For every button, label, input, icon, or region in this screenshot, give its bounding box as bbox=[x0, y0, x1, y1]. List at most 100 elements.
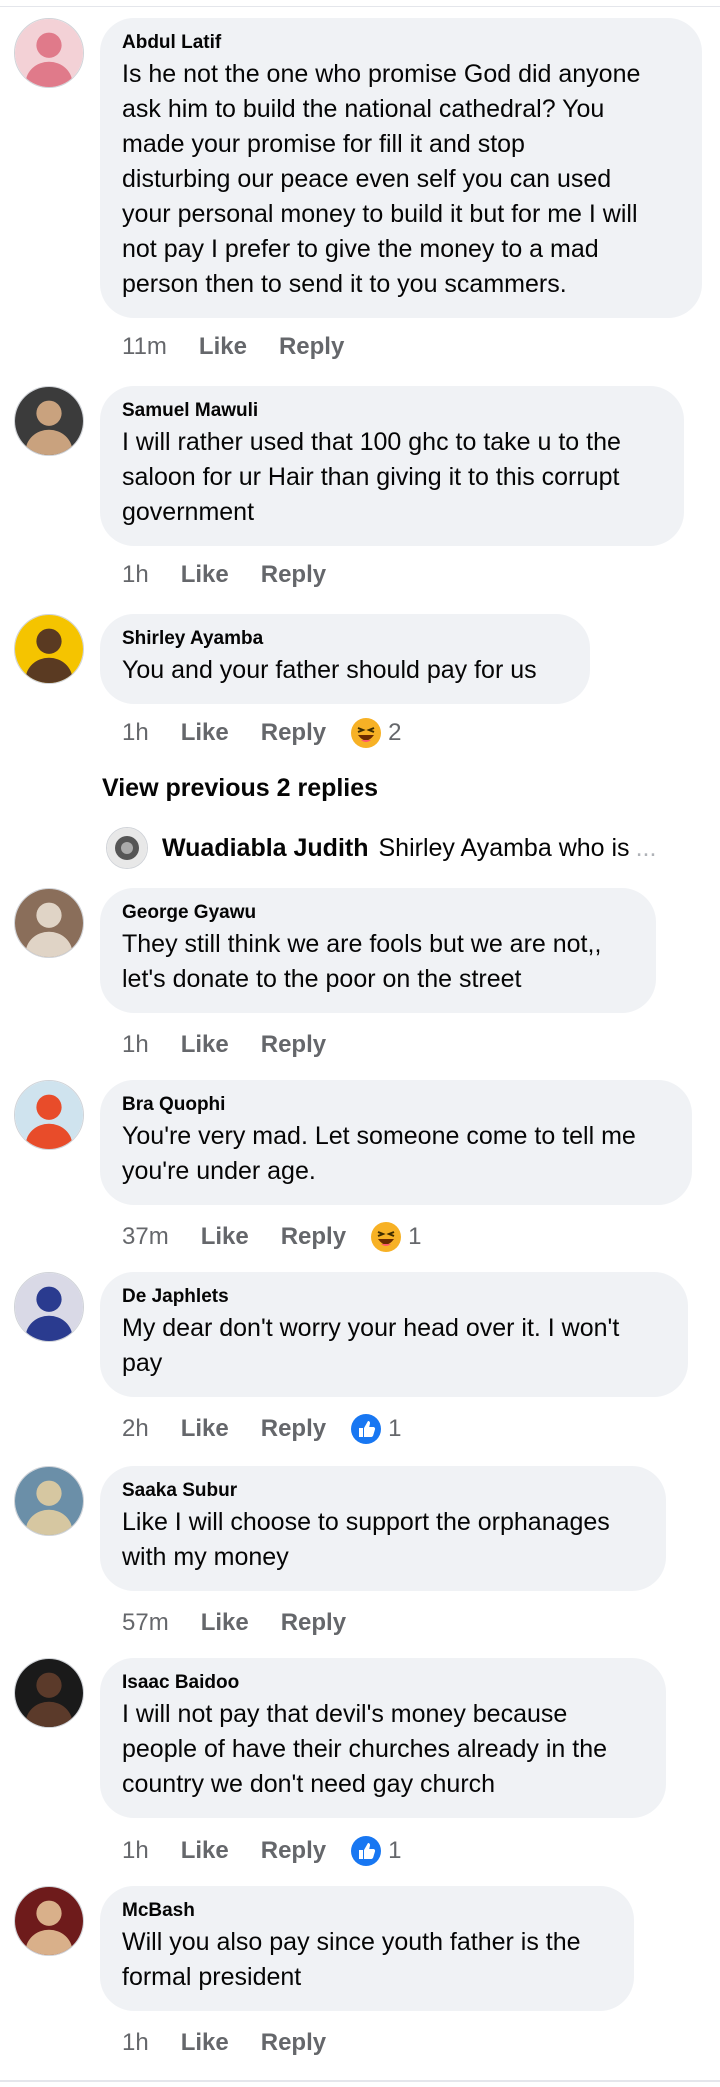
like-button[interactable]: Like bbox=[181, 561, 229, 589]
comment-text: You're very mad. Let someone come to tel… bbox=[122, 1119, 670, 1189]
like-button[interactable]: Like bbox=[201, 1223, 249, 1251]
comment-timestamp[interactable]: 2h bbox=[122, 1415, 149, 1443]
comment-bubble: Bra Quophi You're very mad. Let someone c… bbox=[100, 1080, 692, 1205]
avatar[interactable] bbox=[14, 386, 84, 456]
like-button[interactable]: Like bbox=[181, 1837, 229, 1865]
avatar[interactable] bbox=[14, 1466, 84, 1536]
comment-text-line: with my money bbox=[122, 1543, 289, 1571]
comment-timestamp[interactable]: 1h bbox=[122, 1031, 149, 1059]
comment-text-line: My dear don't worry your head over it. I… bbox=[122, 1314, 620, 1342]
haha-icon bbox=[370, 1221, 408, 1253]
comment-text-line: You're very mad. Let someone come to tel… bbox=[122, 1122, 636, 1150]
comment-author[interactable]: George Gyawu bbox=[122, 902, 634, 924]
thumbs-up-icon bbox=[350, 1413, 388, 1445]
reply-button[interactable]: Reply bbox=[261, 2029, 326, 2057]
comment-author[interactable]: Isaac Baidoo bbox=[122, 1672, 644, 1694]
comment-bubble: McBash Will you also pay since youth fath… bbox=[100, 1886, 634, 2011]
comment-text: You and your father should pay for us bbox=[122, 653, 568, 688]
comment-bubble: Shirley Ayamba You and your father should… bbox=[100, 614, 590, 704]
comment-timestamp[interactable]: 1h bbox=[122, 561, 149, 589]
reply-avatar bbox=[106, 827, 148, 869]
view-previous-replies-link[interactable]: View previous 2 replies bbox=[102, 774, 378, 803]
comment-text-line: Will you also pay since youth father is … bbox=[122, 1928, 581, 1956]
comment-timestamp[interactable]: 1h bbox=[122, 719, 149, 747]
comment-author[interactable]: Abdul Latif bbox=[122, 32, 680, 54]
comment-text-line: I will rather used that 100 ghc to take … bbox=[122, 428, 621, 456]
comment-text-line: pay bbox=[122, 1349, 163, 1377]
comment-text: I will not pay that devil's money becaus… bbox=[122, 1697, 644, 1802]
avatar[interactable] bbox=[14, 1658, 84, 1728]
comment-actions: 1h Like Reply 2 bbox=[122, 716, 401, 750]
reply-button[interactable]: Reply bbox=[261, 1031, 326, 1059]
reaction-summary[interactable]: 1 bbox=[350, 1835, 401, 1867]
comment-actions: 11m Like Reply bbox=[122, 330, 376, 364]
comment-text-line: Is he not the one who promise God did an… bbox=[122, 60, 641, 88]
avatar[interactable] bbox=[14, 1272, 84, 1342]
reply-button[interactable]: Reply bbox=[261, 1415, 326, 1443]
reaction-count: 1 bbox=[408, 1223, 422, 1250]
comment-text-line: country we don't need gay church bbox=[122, 1770, 496, 1798]
comment-text-line: formal president bbox=[122, 1963, 302, 1991]
haha-icon bbox=[350, 717, 388, 749]
comment-text: Will you also pay since youth father is … bbox=[122, 1925, 612, 1995]
comment-text: Is he not the one who promise God did an… bbox=[122, 57, 680, 302]
comment-author[interactable]: Bra Quophi bbox=[122, 1094, 670, 1116]
comment-actions: 1h Like Reply bbox=[122, 558, 358, 592]
like-button[interactable]: Like bbox=[201, 1609, 249, 1637]
comment-timestamp[interactable]: 37m bbox=[122, 1223, 169, 1251]
comment-text: I will rather used that 100 ghc to take … bbox=[122, 425, 662, 530]
comment-timestamp[interactable]: 11m bbox=[122, 333, 167, 361]
reply-author[interactable]: Wuadiabla Judith bbox=[162, 834, 369, 863]
comment-text-line: you're under age. bbox=[122, 1157, 316, 1185]
top-divider bbox=[0, 6, 720, 7]
reply-ellipsis: ... bbox=[635, 833, 657, 862]
comment-bubble: Abdul Latif Is he not the one who promise… bbox=[100, 18, 702, 318]
reaction-summary[interactable]: 1 bbox=[370, 1221, 421, 1253]
comment-author[interactable]: McBash bbox=[122, 1900, 612, 1922]
reply-button[interactable]: Reply bbox=[279, 333, 344, 361]
comment-actions: 2h Like Reply 1 bbox=[122, 1412, 401, 1446]
reply-button[interactable]: Reply bbox=[261, 1837, 326, 1865]
reply-button[interactable]: Reply bbox=[281, 1609, 346, 1637]
avatar[interactable] bbox=[14, 1080, 84, 1150]
comment-author[interactable]: Samuel Mawuli bbox=[122, 400, 662, 422]
reply-snippet: Shirley Ayamba who is bbox=[378, 833, 630, 862]
comment-author[interactable]: Saaka Subur bbox=[122, 1480, 644, 1502]
comment-text: They still think we are fools but we are… bbox=[122, 927, 634, 997]
avatar[interactable] bbox=[14, 888, 84, 958]
comment-author[interactable]: De Japhlets bbox=[122, 1286, 666, 1308]
comment-timestamp[interactable]: 57m bbox=[122, 1609, 169, 1637]
reaction-summary[interactable]: 1 bbox=[350, 1413, 401, 1445]
reply-button[interactable]: Reply bbox=[261, 561, 326, 589]
comment-actions: 1h Like Reply bbox=[122, 1028, 358, 1062]
like-button[interactable]: Like bbox=[181, 1415, 229, 1443]
reaction-summary[interactable]: 2 bbox=[350, 717, 401, 749]
comment-text-line: Like I will choose to support the orphan… bbox=[122, 1508, 610, 1536]
comment-actions: 57m Like Reply bbox=[122, 1606, 378, 1640]
avatar[interactable] bbox=[14, 1886, 84, 1956]
comment-text: Like I will choose to support the orphan… bbox=[122, 1505, 644, 1575]
comment-actions: 37m Like Reply 1 bbox=[122, 1220, 421, 1254]
comment-text-line: let's donate to the poor on the street bbox=[122, 965, 522, 993]
comment-timestamp[interactable]: 1h bbox=[122, 2029, 149, 2057]
reaction-count: 1 bbox=[388, 1415, 402, 1442]
comment-bubble: Saaka Subur Like I will choose to support… bbox=[100, 1466, 666, 1591]
like-button[interactable]: Like bbox=[199, 333, 247, 361]
reply-preview[interactable]: Wuadiabla Judith Shirley Ayamba who is .… bbox=[106, 826, 706, 870]
comment-actions: 1h Like Reply bbox=[122, 2026, 358, 2060]
bottom-divider bbox=[0, 2080, 720, 2082]
like-button[interactable]: Like bbox=[181, 719, 229, 747]
avatar[interactable] bbox=[14, 614, 84, 684]
comment-text: My dear don't worry your head over it. I… bbox=[122, 1311, 666, 1381]
comment-text-line: not pay I prefer to give the money to a … bbox=[122, 235, 599, 263]
comment-bubble: George Gyawu They still think we are fool… bbox=[100, 888, 656, 1013]
like-button[interactable]: Like bbox=[181, 2029, 229, 2057]
comment-timestamp[interactable]: 1h bbox=[122, 1837, 149, 1865]
comment-author[interactable]: Shirley Ayamba bbox=[122, 628, 568, 650]
reply-button[interactable]: Reply bbox=[261, 719, 326, 747]
reply-button[interactable]: Reply bbox=[281, 1223, 346, 1251]
comment-text-line: ask him to build the national cathedral?… bbox=[122, 95, 605, 123]
like-button[interactable]: Like bbox=[181, 1031, 229, 1059]
avatar[interactable] bbox=[14, 18, 84, 88]
thumbs-up-icon bbox=[350, 1835, 388, 1867]
